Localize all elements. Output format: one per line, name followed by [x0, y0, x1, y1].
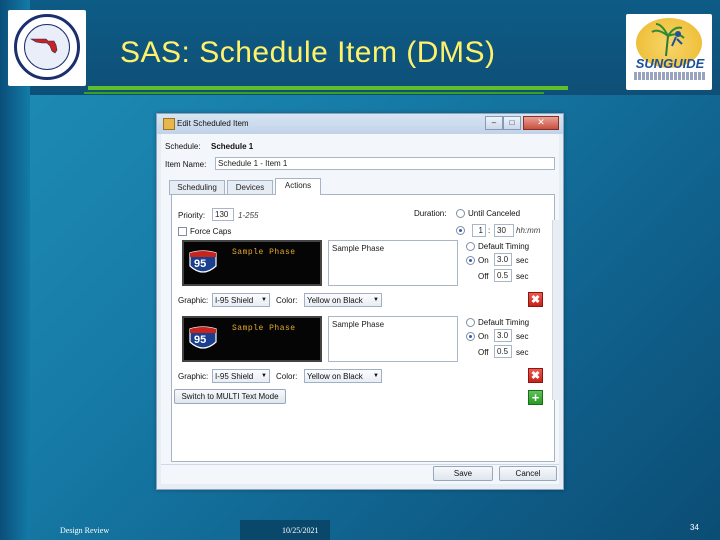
footer-date: 10/25/2021	[282, 526, 319, 535]
chevron-down-icon: ▼	[261, 373, 267, 379]
phase-1-color-label: Color:	[276, 296, 298, 305]
phase-1-graphic-select[interactable]: I-95 Shield ▼	[212, 293, 270, 307]
priority-range: 1-255	[238, 211, 259, 220]
phase-1-on-label: On	[478, 256, 489, 265]
shield-number: 95	[194, 258, 207, 270]
item-name-field[interactable]: Schedule 1 - Item 1	[215, 157, 555, 170]
phase-1-off-label: Off	[478, 272, 489, 281]
maximize-button[interactable]: □	[503, 116, 521, 130]
phase-2-graphic-label: Graphic:	[178, 372, 209, 381]
until-canceled-radio[interactable]	[456, 209, 465, 218]
footer-label: Design Review	[60, 526, 110, 535]
florida-map-icon	[30, 38, 58, 54]
sign-message-text: Sample Phase	[232, 248, 296, 257]
chevron-down-icon: ▼	[373, 297, 379, 303]
until-canceled-label: Until Canceled	[468, 209, 521, 218]
phase-2-default-timing-label: Default Timing	[478, 318, 530, 327]
window-titlebar[interactable]: Edit Scheduled Item – □ ✕	[157, 114, 563, 134]
duration-label: Duration:	[414, 209, 447, 218]
phase-2-color-select[interactable]: Yellow on Black ▼	[304, 369, 382, 383]
duration-hours-field[interactable]: 1	[472, 224, 486, 237]
phase-2-on-label: On	[478, 332, 489, 341]
window-title: Edit Scheduled Item	[177, 119, 249, 128]
delete-phase-2-button[interactable]: ✖	[528, 368, 543, 383]
priority-label: Priority:	[178, 211, 206, 220]
duration-unit: hh:mm	[516, 226, 541, 235]
phase-1-on-field[interactable]: 3.0	[494, 253, 512, 266]
palm-tree-icon	[651, 23, 685, 56]
phase-1-off-field[interactable]: 0.5	[494, 269, 512, 282]
phase-1-message-field[interactable]: Sample Phase	[328, 240, 458, 286]
phase-2-on-sec: sec	[516, 332, 529, 341]
tab-actions[interactable]: Actions	[275, 178, 321, 195]
phase-2-off-label: Off	[478, 348, 489, 357]
tab-scheduling[interactable]: Scheduling	[169, 180, 225, 195]
phase-1-off-sec: sec	[516, 272, 529, 281]
sunguide-wordmark: SUNGUIDE	[635, 56, 705, 71]
phase-2-on-field[interactable]: 3.0	[494, 329, 512, 342]
sunguide-tagline	[634, 72, 706, 80]
phase-1-on-sec: sec	[516, 256, 529, 265]
duration-radio[interactable]	[456, 226, 465, 235]
phase-2-color-label: Color:	[276, 372, 298, 381]
vertical-scrollbar[interactable]	[552, 220, 560, 400]
force-caps-checkbox[interactable]	[178, 227, 187, 236]
phase-2-graphic-select[interactable]: I-95 Shield ▼	[212, 369, 270, 383]
actions-panel: Priority: 130 1-255 Duration: Until Canc…	[171, 194, 555, 462]
phase-2-default-timing-radio[interactable]	[466, 318, 475, 327]
phase-1-color-select[interactable]: Yellow on Black ▼	[304, 293, 382, 307]
title-underline-secondary	[84, 92, 544, 94]
phase-1-default-timing-label: Default Timing	[478, 242, 530, 251]
slide-title: SAS: Schedule Item (DMS)	[120, 36, 496, 69]
switch-multi-text-mode-button[interactable]: Switch to MULTI Text Mode	[174, 389, 286, 404]
priority-field[interactable]: 130	[212, 208, 234, 221]
schedule-label: Schedule:	[165, 142, 201, 151]
phase-1-sign-preview: 95 Sample Phase	[182, 240, 322, 286]
phase-2-off-field[interactable]: 0.5	[494, 345, 512, 358]
phase-2-color-value: Yellow on Black	[307, 372, 363, 381]
phase-2-custom-timing-radio[interactable]	[466, 332, 475, 341]
window-client-area: Schedule: Schedule 1 Item Name: Schedule…	[161, 134, 560, 484]
force-caps-label: Force Caps	[190, 227, 232, 236]
shield-number: 95	[194, 334, 207, 346]
phase-1-custom-timing-radio[interactable]	[466, 256, 475, 265]
chevron-down-icon: ▼	[261, 297, 267, 303]
add-phase-button[interactable]: +	[528, 390, 543, 405]
close-button[interactable]: ✕	[523, 116, 559, 130]
phase-2-message-field[interactable]: Sample Phase	[328, 316, 458, 362]
phase-1-default-timing-radio[interactable]	[466, 242, 475, 251]
page-number: 34	[690, 523, 699, 532]
edit-scheduled-item-window: Edit Scheduled Item – □ ✕ Schedule: Sche…	[156, 113, 564, 490]
schedule-value: Schedule 1	[211, 142, 254, 151]
save-button[interactable]: Save	[433, 466, 493, 481]
chevron-down-icon: ▼	[373, 373, 379, 379]
minimize-button[interactable]: –	[485, 116, 503, 130]
phase-1-color-value: Yellow on Black	[307, 296, 363, 305]
phase-1-graphic-value: I-95 Shield	[215, 296, 254, 305]
cancel-button[interactable]: Cancel	[499, 466, 557, 481]
phase-2-sign-preview: 95 Sample Phase	[182, 316, 322, 362]
phase-1-graphic-label: Graphic:	[178, 296, 209, 305]
phase-2-graphic-value: I-95 Shield	[215, 372, 254, 381]
sign-message-text: Sample Phase	[232, 324, 296, 333]
window-app-icon	[163, 118, 175, 130]
tab-devices[interactable]: Devices	[227, 180, 273, 195]
phase-2-off-sec: sec	[516, 348, 529, 357]
delete-phase-1-button[interactable]: ✖	[528, 292, 543, 307]
duration-separator: :	[488, 226, 491, 235]
duration-minutes-field[interactable]: 30	[494, 224, 514, 237]
title-underline	[88, 86, 568, 90]
footer-separator	[161, 464, 559, 465]
item-name-label: Item Name:	[165, 160, 207, 169]
